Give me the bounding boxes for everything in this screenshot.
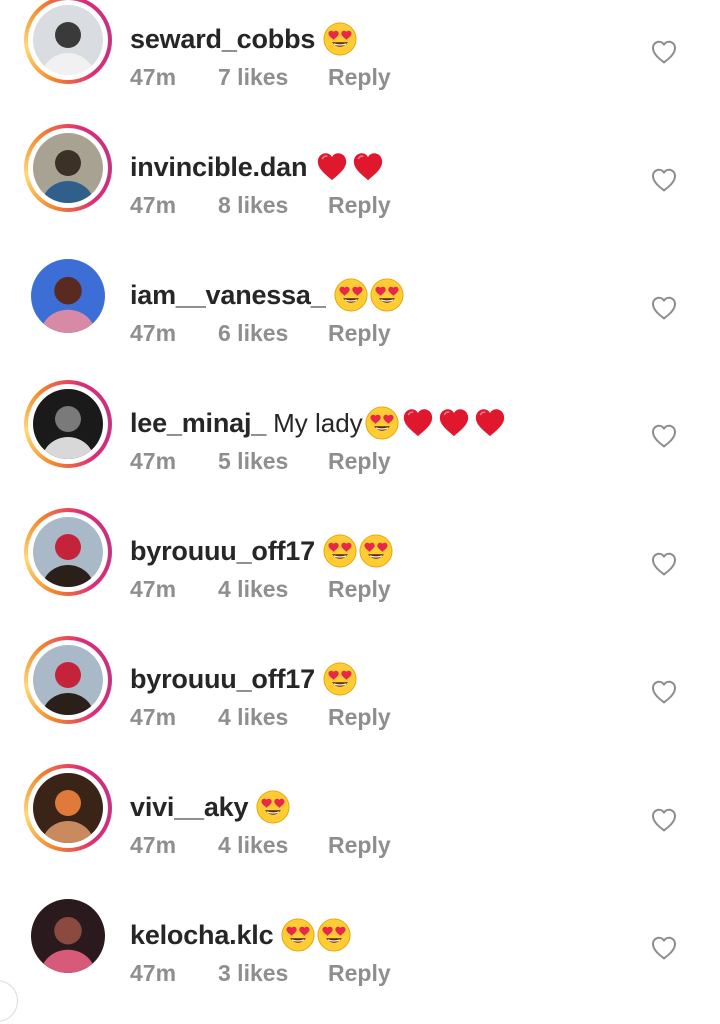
- heart-eyes-emoji: [317, 918, 351, 952]
- username-link[interactable]: iam__vanessa_: [130, 280, 326, 311]
- username-link[interactable]: invincible.dan: [130, 152, 307, 183]
- heart-eyes-emoji: [323, 662, 357, 696]
- avatar: [31, 259, 105, 333]
- heart-eyes-emoji: [323, 534, 357, 568]
- heart-eyes-emoji: [359, 534, 393, 568]
- comment-row: byrouuu_off17 47m 4 likes Reply: [0, 508, 720, 640]
- red-heart-emoji: [351, 150, 385, 184]
- avatar: [33, 517, 103, 587]
- likes-count-link[interactable]: 5 likes: [218, 448, 328, 475]
- comment-row: byrouuu_off17 47m 4 likes Reply: [0, 636, 720, 768]
- heart-eyes-emoji: [365, 406, 399, 440]
- username-link[interactable]: lee_minaj_: [130, 408, 266, 439]
- username-link[interactable]: vivi__aky: [130, 792, 249, 823]
- like-heart-icon[interactable]: [650, 550, 678, 578]
- reply-button[interactable]: Reply: [328, 192, 391, 219]
- avatar: [33, 5, 103, 75]
- comment-meta: 47m 4 likes Reply: [130, 576, 391, 612]
- likes-count-link[interactable]: 3 likes: [218, 960, 328, 987]
- avatar-button[interactable]: [24, 892, 112, 980]
- like-heart-icon[interactable]: [650, 294, 678, 322]
- comment-meta: 47m 4 likes Reply: [130, 704, 391, 740]
- comment-row: seward_cobbs 47m 7 likes Reply: [0, 0, 720, 128]
- comment-line: byrouuu_off17: [130, 531, 393, 571]
- comment-meta: 47m 6 likes Reply: [130, 320, 391, 356]
- avatar-button[interactable]: [24, 508, 112, 596]
- avatar-button[interactable]: [24, 252, 112, 340]
- avatar-button[interactable]: [24, 124, 112, 212]
- red-heart-emoji: [401, 406, 435, 440]
- comment-line: byrouuu_off17: [130, 659, 357, 699]
- like-heart-icon[interactable]: [650, 166, 678, 194]
- avatar-button[interactable]: [24, 380, 112, 468]
- comment-time: 47m: [130, 576, 177, 602]
- comment-time: 47m: [130, 960, 177, 986]
- comment-time: 47m: [130, 704, 177, 730]
- comment-row: invincible.dan 47m 8 likes Reply: [0, 124, 720, 256]
- comment-meta: 47m 3 likes Reply: [130, 960, 391, 996]
- comment-line: vivi__aky: [130, 787, 290, 827]
- username-link[interactable]: byrouuu_off17: [130, 536, 315, 567]
- reply-button[interactable]: Reply: [328, 448, 391, 475]
- comment-text: My lady: [273, 407, 363, 438]
- avatar: [33, 389, 103, 459]
- comment-list: seward_cobbs 47m 7 likes Reply invincible.da…: [0, 0, 720, 1013]
- comment-line: seward_cobbs: [130, 19, 357, 59]
- username-link[interactable]: kelocha.klc: [130, 920, 274, 951]
- comment-row: vivi__aky 47m 4 likes Reply: [0, 764, 720, 896]
- heart-eyes-emoji: [323, 22, 357, 56]
- red-heart-emoji: [473, 406, 507, 440]
- like-heart-icon[interactable]: [650, 806, 678, 834]
- comment-meta: 47m 7 likes Reply: [130, 64, 391, 100]
- red-heart-emoji: [315, 150, 349, 184]
- likes-count-link[interactable]: 4 likes: [218, 832, 328, 859]
- avatar-button[interactable]: [24, 0, 112, 84]
- heart-eyes-emoji: [334, 278, 368, 312]
- reply-button[interactable]: Reply: [328, 832, 391, 859]
- reply-button[interactable]: Reply: [328, 64, 391, 91]
- comment-time: 47m: [130, 320, 177, 346]
- comment-meta: 47m 5 likes Reply: [130, 448, 391, 484]
- comment-line: iam__vanessa_: [130, 275, 404, 315]
- likes-count-link[interactable]: 8 likes: [218, 192, 328, 219]
- comment-line: kelocha.klc: [130, 915, 351, 955]
- likes-count-link[interactable]: 7 likes: [218, 64, 328, 91]
- comment-time: 47m: [130, 448, 177, 474]
- like-heart-icon[interactable]: [650, 934, 678, 962]
- red-heart-emoji: [437, 406, 471, 440]
- heart-eyes-emoji: [370, 278, 404, 312]
- heart-eyes-emoji: [281, 918, 315, 952]
- heart-eyes-emoji: [256, 790, 290, 824]
- reply-button[interactable]: Reply: [328, 960, 391, 987]
- avatar-button[interactable]: [24, 764, 112, 852]
- comment-time: 47m: [130, 64, 177, 90]
- avatar: [33, 133, 103, 203]
- comment-row: lee_minaj_ My lady 47m 5 likes Reply: [0, 380, 720, 512]
- avatar-button[interactable]: [24, 636, 112, 724]
- comment-time: 47m: [130, 192, 177, 218]
- reply-button[interactable]: Reply: [328, 704, 391, 731]
- comment-row: iam__vanessa_ 47m 6 likes Reply: [0, 256, 720, 384]
- avatar: [33, 773, 103, 843]
- username-link[interactable]: seward_cobbs: [130, 24, 315, 55]
- username-link[interactable]: byrouuu_off17: [130, 664, 315, 695]
- comment-line: invincible.dan: [130, 147, 385, 187]
- likes-count-link[interactable]: 6 likes: [218, 320, 328, 347]
- avatar: [31, 899, 105, 973]
- avatar: [33, 645, 103, 715]
- likes-count-link[interactable]: 4 likes: [218, 576, 328, 603]
- like-heart-icon[interactable]: [650, 678, 678, 706]
- like-heart-icon[interactable]: [650, 422, 678, 450]
- comment-meta: 47m 8 likes Reply: [130, 192, 391, 228]
- reply-button[interactable]: Reply: [328, 320, 391, 347]
- comment-row: kelocha.klc 47m 3 likes Reply: [0, 896, 720, 1024]
- comment-line: lee_minaj_ My lady: [130, 403, 507, 443]
- comment-time: 47m: [130, 832, 177, 858]
- likes-count-link[interactable]: 4 likes: [218, 704, 328, 731]
- like-heart-icon[interactable]: [650, 38, 678, 66]
- comment-meta: 47m 4 likes Reply: [130, 832, 391, 868]
- reply-button[interactable]: Reply: [328, 576, 391, 603]
